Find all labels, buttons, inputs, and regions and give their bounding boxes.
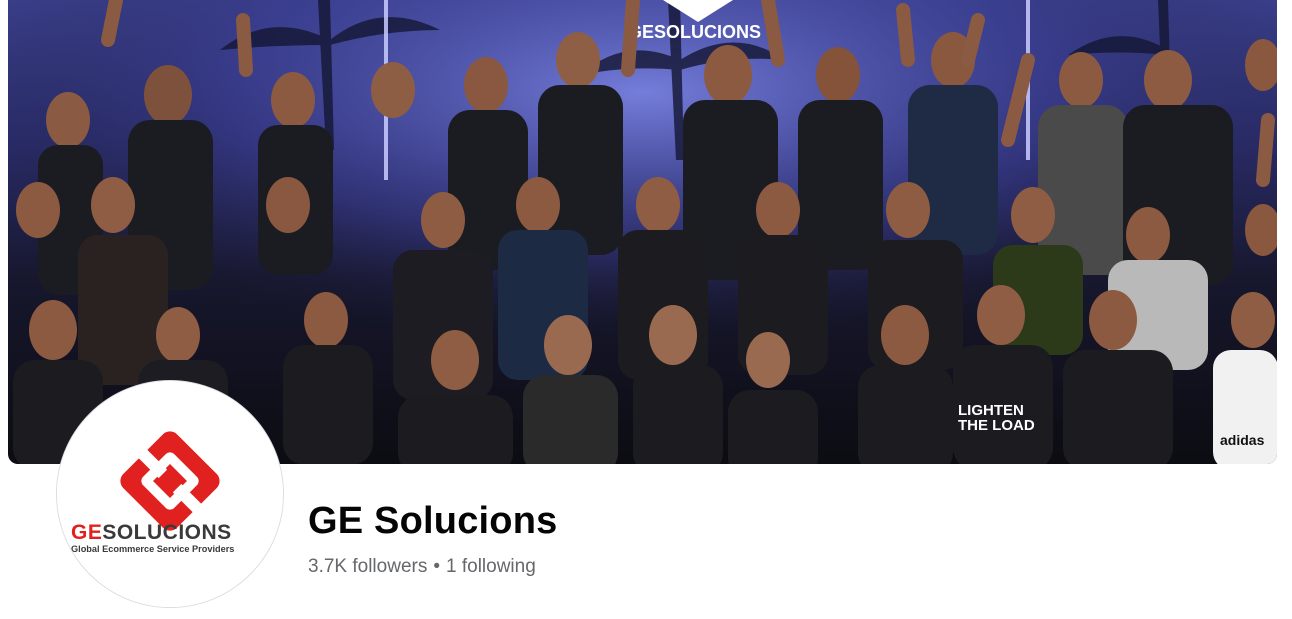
logo-tagline: Global Ecommerce Service Providers bbox=[71, 544, 234, 554]
follow-stats: 3.7K followers • 1 following bbox=[308, 555, 536, 579]
svg-text:GESOLUCIONS: GESOLUCIONS bbox=[71, 521, 232, 544]
page-title: GE Solucions bbox=[308, 500, 558, 542]
logo-brand-prefix: GE bbox=[71, 521, 102, 544]
banner-logo-text: GESOLUCIONS bbox=[628, 22, 761, 42]
shirt-text-line2: THE LOAD bbox=[958, 417, 1035, 434]
following-link[interactable]: 1 following bbox=[446, 556, 536, 577]
logo-brand-suffix: SOLUCIONS bbox=[102, 521, 231, 544]
profile-picture[interactable]: GESOLUCIONS Global Ecommerce Service Pro… bbox=[56, 380, 284, 608]
stats-separator: • bbox=[433, 556, 440, 577]
followers-link[interactable]: 3.7K followers bbox=[308, 556, 427, 577]
page-header: GESOLUCIONS LIGHTEN THE LOAD adidas GESO… bbox=[0, 0, 1292, 619]
ge-solucions-logo: GESOLUCIONS Global Ecommerce Service Pro… bbox=[57, 381, 283, 607]
shirt-brand-text: adidas bbox=[1220, 432, 1265, 448]
